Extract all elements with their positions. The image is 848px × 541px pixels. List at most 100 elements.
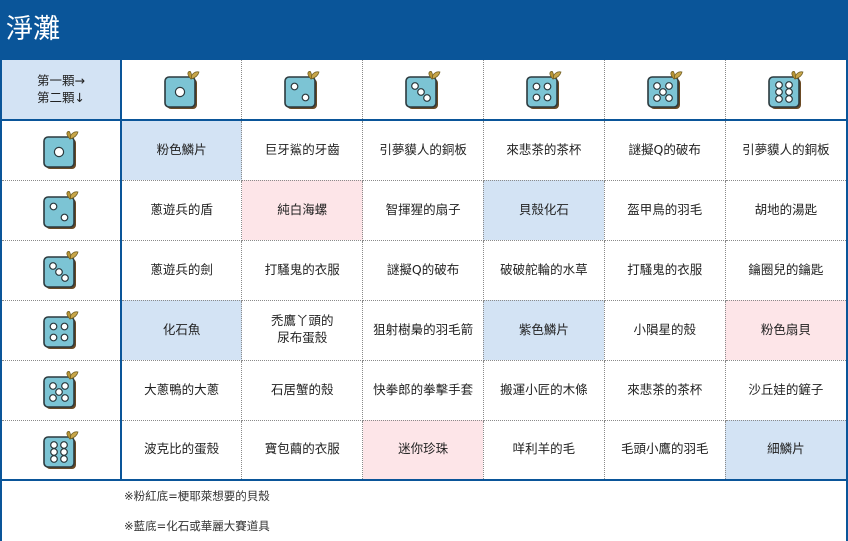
item-cell: 狙射樹梟的羽毛箭	[362, 299, 484, 361]
column-header-die	[603, 60, 726, 121]
dice-icon	[43, 430, 79, 469]
item-name: 蔥遊兵的盾	[150, 201, 213, 217]
dice-icon	[526, 70, 562, 109]
corner-label-second: 第二顆↓	[37, 89, 85, 105]
page-title: 淨灘	[6, 14, 60, 45]
item-name: 謎擬Q的破布	[628, 141, 701, 157]
item-name: 純白海螺	[277, 201, 328, 217]
leaf-icon	[66, 430, 79, 440]
leaf-icon	[66, 311, 79, 320]
item-name: 貝殼化石	[518, 201, 569, 217]
row-header-die	[2, 419, 122, 481]
table-row: 波克比的蛋殼 寶包繭的衣服 迷你珍珠 咩利羊的毛 毛頭小鷹的羽毛 細鱗片	[2, 419, 846, 481]
item-cell: 引夢貘人的銅板	[724, 119, 846, 181]
legend-notes: ※粉紅底=梗耶萊想要的貝殼 ※藍底=化石或華麗大賽道具	[0, 481, 848, 541]
item-name: 狙射樹梟的羽毛箭	[373, 321, 474, 337]
item-name: 粉色扇貝	[760, 321, 811, 337]
item-cell: 化石魚	[120, 299, 243, 361]
table-row: 蔥遊兵的劍 打騷鬼的衣服 謎擬Q的破布 破破舵輪的水草 打騷鬼的衣服 鑰圈兒的鑰匙	[2, 239, 846, 301]
item-cell: 蔥遊兵的盾	[120, 179, 243, 241]
row-header-die	[2, 239, 122, 301]
item-name: 化石魚	[162, 321, 201, 337]
item-cell: 紫色鱗片	[482, 299, 605, 361]
leaf-icon	[66, 251, 79, 260]
dice-table-body: 第一顆→ 第二顆↓ 粉色鱗片 巨牙鯊的牙齒 引夢貘人的銅板 來悲茶的茶杯 謎擬Q的破布引…	[2, 60, 846, 481]
legend-note-blue: ※藍底=化石或華麗大賽道具	[124, 519, 270, 533]
item-name: 毛頭小鷹的羽毛	[620, 441, 709, 457]
item-name: 大蔥鴨的大蔥	[144, 381, 220, 397]
item-name: 謎擬Q的破布	[386, 261, 460, 277]
item-cell: 破破舵輪的水草	[482, 239, 605, 301]
item-cell: 波克比的蛋殼	[120, 419, 243, 481]
leaf-icon	[66, 371, 79, 380]
column-header-die	[482, 60, 605, 121]
item-cell: 寶包繭的衣服	[241, 419, 364, 481]
item-name: 盔甲鳥的羽毛	[627, 201, 703, 217]
item-cell: 貝殼化石	[482, 179, 605, 241]
item-cell: 粉色鱗片	[120, 119, 243, 181]
column-header-die	[724, 60, 846, 121]
row-header-die	[2, 179, 122, 241]
item-name: 快拳郎的拳擊手套	[373, 381, 474, 397]
item-name: 巨牙鯊的牙齒	[264, 141, 340, 157]
item-name: 小隕星的殼	[633, 321, 696, 337]
item-name: 紫色鱗片	[518, 321, 569, 337]
item-name: 迷你珍珠	[398, 441, 449, 457]
item-cell: 快拳郎的拳擊手套	[362, 359, 484, 421]
leaf-icon	[187, 70, 200, 80]
dice-table: 第一顆→ 第二顆↓ 粉色鱗片 巨牙鯊的牙齒 引夢貘人的銅板 來悲茶的茶杯 謎擬Q的破布引…	[2, 60, 846, 481]
row-header-die	[2, 299, 122, 361]
item-name: 來悲茶的茶杯	[506, 141, 582, 157]
item-name: 細鱗片	[767, 441, 805, 457]
dice-icon	[43, 191, 79, 229]
item-cell: 小隕星的殼	[603, 299, 726, 361]
item-name: 引夢貘人的銅板	[742, 141, 830, 157]
item-name: 蔥遊兵的劍	[150, 261, 213, 277]
dice-icon	[43, 131, 79, 170]
page-header: 淨灘	[0, 0, 848, 59]
item-name: 引夢貘人的銅板	[379, 141, 467, 157]
item-name: 尿布蛋殼	[277, 330, 328, 345]
item-name: 胡地的湯匙	[754, 201, 818, 217]
item-cell: 毛頭小鷹的羽毛	[603, 419, 726, 481]
item-name: 禿鷹丫頭的	[270, 313, 334, 329]
item-cell: 謎擬Q的破布	[603, 119, 726, 181]
item-cell: 胡地的湯匙	[724, 179, 846, 241]
item-name: 咩利羊的毛	[512, 441, 576, 457]
item-cell: 細鱗片	[724, 419, 846, 481]
item-name: 智揮猩的扇子	[385, 201, 461, 217]
item-cell: 盔甲鳥的羽毛	[603, 179, 726, 241]
item-cell: 來悲茶的茶杯	[603, 359, 726, 421]
leaf-icon	[66, 191, 79, 200]
dice-icon	[405, 70, 441, 109]
item-cell: 迷你珍珠	[362, 419, 484, 481]
item-cell: 禿鷹丫頭的 尿布蛋殼	[241, 299, 364, 361]
item-cell: 蔥遊兵的劍	[120, 239, 243, 301]
leaf-icon	[66, 131, 79, 140]
item-name: 沙丘娃的鏟子	[748, 381, 824, 397]
item-cell: 粉色扇貝	[724, 299, 846, 361]
item-cell: 巨牙鯊的牙齒	[241, 119, 364, 181]
dice-icon	[646, 70, 683, 109]
table-row: 粉色鱗片 巨牙鯊的牙齒 引夢貘人的銅板 來悲茶的茶杯 謎擬Q的破布 引夢貘人的銅板	[2, 119, 846, 181]
table-row: 化石魚 禿鷹丫頭的 尿布蛋殼 狙射樹梟的羽毛箭 紫色鱗片 小隕星的殼 粉色扇貝	[2, 299, 846, 361]
table-row: 蔥遊兵的盾 純白海螺 智揮猩的扇子 貝殼化石 盔甲鳥的羽毛 胡地的湯匙	[2, 179, 846, 241]
header-row: 第一顆→ 第二顆↓	[2, 60, 846, 121]
dice-icon	[163, 70, 200, 109]
item-cell: 謎擬Q的破布	[362, 239, 484, 301]
row-header-die	[2, 359, 122, 421]
column-header-die	[120, 60, 243, 121]
column-header-die	[362, 60, 484, 121]
corner-label-first: 第一顆→	[37, 72, 85, 88]
item-cell: 來悲茶的茶杯	[482, 119, 605, 181]
item-name: 搬運小匠的木條	[500, 381, 588, 397]
legend-note-pink: ※粉紅底=梗耶萊想要的貝殼	[124, 489, 270, 503]
item-name: 石居蟹的殼	[270, 381, 334, 397]
item-cell: 石居蟹的殼	[241, 359, 364, 421]
dice-grid: 第一顆→ 第二顆↓ 粉色鱗片 巨牙鯊的牙齒 引夢貘人的銅板 來悲茶的茶杯 謎擬Q的破布引…	[0, 59, 848, 481]
item-name: 寶包繭的衣服	[264, 441, 340, 457]
dice-icon	[43, 371, 79, 409]
item-cell: 搬運小匠的木條	[482, 359, 605, 421]
item-name: 粉色鱗片	[156, 141, 207, 157]
item-cell: 智揮猩的扇子	[362, 179, 484, 241]
